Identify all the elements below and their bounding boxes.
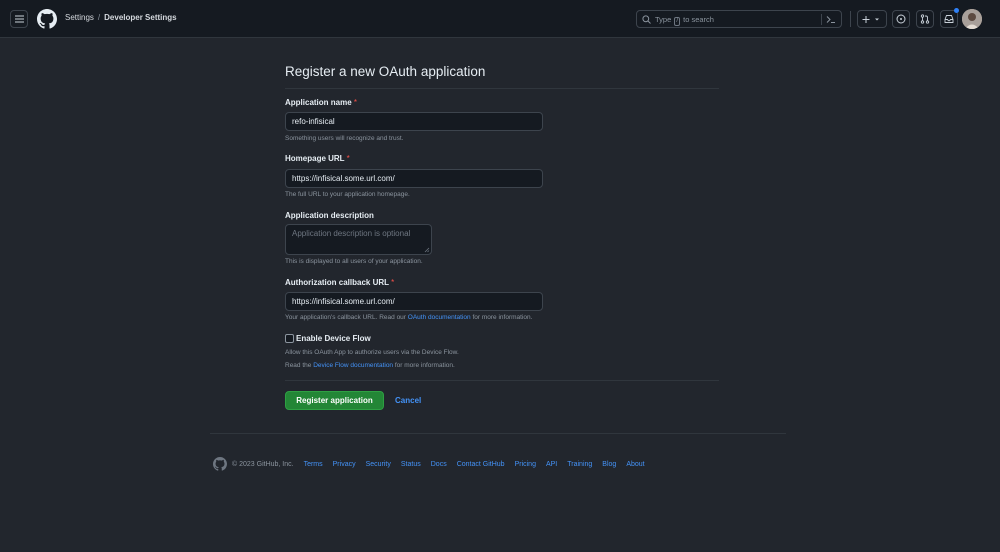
callback-url-label: Authorization callback URL * bbox=[285, 278, 394, 287]
search-input[interactable]: Type / to search bbox=[636, 10, 842, 28]
device-flow-documentation-link[interactable]: Device Flow documentation bbox=[313, 362, 393, 369]
breadcrumb-developer-settings[interactable]: Developer Settings bbox=[104, 13, 176, 22]
breadcrumb-separator: / bbox=[97, 13, 101, 22]
homepage-url-label-text: Homepage URL bbox=[285, 154, 345, 163]
inbox-icon bbox=[944, 15, 954, 23]
footer: © 2023 GitHub, Inc. Terms Privacy Securi… bbox=[213, 457, 650, 471]
page-title: Register a new OAuth application bbox=[285, 58, 719, 89]
search-prefix: Type bbox=[655, 15, 672, 24]
callback-url-input[interactable]: https://infisical.some.url.com/ bbox=[285, 292, 543, 311]
issues-button[interactable] bbox=[892, 10, 910, 28]
menu-button[interactable] bbox=[10, 10, 28, 28]
search-icon bbox=[642, 15, 651, 24]
footer-link-api[interactable]: API bbox=[546, 461, 557, 468]
homepage-url-hint: The full URL to your application homepag… bbox=[285, 191, 410, 198]
issue-icon bbox=[896, 14, 906, 24]
footer-link-blog[interactable]: Blog bbox=[602, 461, 616, 468]
user-avatar-icon bbox=[962, 9, 982, 29]
search-placeholder: Type / to search bbox=[655, 15, 714, 26]
plus-dropdown-icon bbox=[862, 15, 879, 23]
header-divider bbox=[850, 11, 851, 27]
required-mark: * bbox=[346, 154, 350, 163]
form-divider bbox=[285, 380, 719, 381]
register-application-button[interactable]: Register application bbox=[285, 391, 384, 410]
footer-link-docs[interactable]: Docs bbox=[431, 461, 447, 468]
app-name-label-text: Application name bbox=[285, 98, 352, 107]
pull-request-icon bbox=[920, 14, 930, 24]
homepage-url-label: Homepage URL * bbox=[285, 154, 350, 163]
oauth-documentation-link[interactable]: OAuth documentation bbox=[408, 314, 471, 321]
pull-requests-button[interactable] bbox=[916, 10, 934, 28]
footer-link-privacy[interactable]: Privacy bbox=[333, 461, 356, 468]
footer-link-about[interactable]: About bbox=[626, 461, 644, 468]
device-flow-docs-suffix: for more information. bbox=[394, 362, 455, 369]
device-flow-checkbox[interactable] bbox=[285, 334, 294, 343]
cancel-link[interactable]: Cancel bbox=[395, 396, 421, 405]
footer-link-training[interactable]: Training bbox=[567, 461, 592, 468]
footer-link-pricing[interactable]: Pricing bbox=[515, 461, 536, 468]
top-header: Settings / Developer Settings Type / to se… bbox=[0, 0, 1000, 38]
github-logo[interactable] bbox=[37, 9, 57, 31]
search-suffix: to search bbox=[683, 15, 714, 24]
callback-url-hint: Your application's callback URL. Read ou… bbox=[285, 314, 532, 321]
footer-link-security[interactable]: Security bbox=[366, 461, 391, 468]
footer-link-status[interactable]: Status bbox=[401, 461, 421, 468]
copyright: © 2023 GitHub, Inc. bbox=[232, 460, 294, 468]
breadcrumb-settings[interactable]: Settings bbox=[65, 13, 94, 22]
required-mark: * bbox=[353, 98, 358, 107]
app-name-hint: Something users will recognize and trust… bbox=[285, 135, 404, 142]
description-hint: This is displayed to all users of your a… bbox=[285, 258, 423, 265]
github-icon bbox=[37, 9, 57, 29]
device-flow-docs-hint: Read the Device Flow documentation for m… bbox=[285, 362, 455, 369]
required-mark: * bbox=[391, 278, 395, 287]
description-label: Application description bbox=[285, 211, 374, 220]
search-divider bbox=[821, 14, 822, 25]
command-palette-icon[interactable] bbox=[826, 15, 836, 24]
breadcrumb: Settings / Developer Settings bbox=[65, 13, 177, 22]
callback-hint-suffix: for more information. bbox=[472, 314, 533, 321]
device-flow-hint: Allow this OAuth App to authorize users … bbox=[285, 349, 459, 356]
footer-link-terms[interactable]: Terms bbox=[304, 461, 323, 468]
oauth-form: Register a new OAuth application Applica… bbox=[285, 58, 719, 410]
notification-dot bbox=[954, 8, 959, 13]
hamburger-icon bbox=[14, 15, 24, 23]
callback-url-label-text: Authorization callback URL bbox=[285, 278, 389, 287]
device-flow-docs-prefix: Read the bbox=[285, 362, 312, 369]
slash-key: / bbox=[674, 17, 681, 26]
create-new-button[interactable] bbox=[857, 10, 887, 28]
callback-hint-text: Your application's callback URL. Read ou… bbox=[285, 314, 406, 321]
footer-link-contact[interactable]: Contact GitHub bbox=[457, 461, 505, 468]
avatar[interactable] bbox=[962, 9, 982, 29]
description-textarea[interactable]: Application description is optional bbox=[285, 224, 432, 255]
github-footer-icon[interactable] bbox=[213, 457, 227, 471]
footer-divider bbox=[210, 433, 786, 434]
resize-handle-icon[interactable] bbox=[424, 247, 430, 253]
homepage-url-input[interactable]: https://infisical.some.url.com/ bbox=[285, 169, 543, 188]
app-name-input[interactable]: refo-infisical bbox=[285, 112, 543, 131]
app-name-label: Application name * bbox=[285, 98, 357, 107]
device-flow-label[interactable]: Enable Device Flow bbox=[296, 334, 371, 343]
